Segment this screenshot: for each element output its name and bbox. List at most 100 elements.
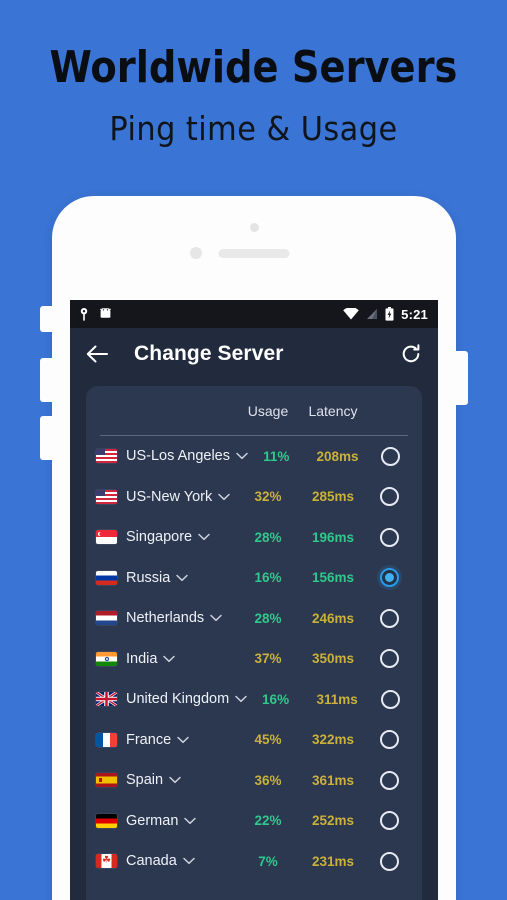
usage-value: 45% <box>254 732 282 748</box>
column-header-latency: Latency <box>308 402 358 419</box>
server-list-card: Usage Latency US-Los Angeles 11% 208ms U… <box>86 386 422 900</box>
usage-value: 22% <box>254 813 282 829</box>
usage-value: 28% <box>254 610 282 626</box>
volume-down-button[interactable] <box>40 416 53 460</box>
server-row-india[interactable]: India 37% 350ms <box>86 639 422 680</box>
server-row-canada[interactable]: ☘ Canada 7% 231ms <box>86 841 422 882</box>
server-name: Russia <box>126 569 171 586</box>
latency-value: 231ms <box>311 853 355 869</box>
us-flag <box>96 489 117 504</box>
status-bar-clock: 5:21 <box>401 306 428 322</box>
status-bar-right-icons: 5:21 <box>343 307 428 322</box>
server-name: India <box>126 650 158 667</box>
select-server-radio[interactable] <box>368 649 410 669</box>
select-server-radio[interactable] <box>368 770 410 790</box>
latency-value: 246ms <box>311 610 355 626</box>
radio-button-icon[interactable] <box>379 770 399 790</box>
select-server-radio[interactable] <box>368 730 410 750</box>
promo-title: Worldwide Servers <box>49 42 458 93</box>
refresh-icon[interactable] <box>400 343 422 365</box>
server-row-united-kingdom[interactable]: United Kingdom 16% 311ms <box>86 679 422 720</box>
front-camera-icon <box>250 223 259 232</box>
server-row-singapore[interactable]: Singapore 28% 196ms <box>86 517 422 558</box>
chevron-down-icon[interactable] <box>210 609 222 627</box>
latency-value: 208ms <box>316 448 359 464</box>
select-server-radio[interactable] <box>368 851 410 871</box>
uk-flag <box>96 692 117 707</box>
phone-mockup: 5:21 Change Server Usage Latency US-Los … <box>40 196 468 900</box>
server-row-german[interactable]: German 22% 252ms <box>86 801 422 842</box>
server-name: German <box>126 812 179 829</box>
sensor-icon <box>190 247 202 259</box>
germany-flag <box>96 813 117 828</box>
latency-value: 252ms <box>311 813 355 829</box>
select-server-radio[interactable] <box>370 689 410 709</box>
latency-value: 285ms <box>311 489 355 505</box>
radio-button-icon[interactable] <box>379 608 399 628</box>
usage-value: 37% <box>254 651 282 667</box>
radio-button-icon[interactable] <box>380 446 400 466</box>
chevron-down-icon[interactable] <box>235 690 247 708</box>
promo-header: Worldwide Servers Ping time & Usage <box>0 0 507 190</box>
select-server-radio[interactable] <box>370 446 410 466</box>
us-flag <box>96 449 117 464</box>
server-name: US-New York <box>126 488 213 505</box>
chevron-down-icon[interactable] <box>236 447 248 465</box>
server-name: Canada <box>126 853 177 870</box>
select-server-radio[interactable] <box>368 487 410 507</box>
radio-button-icon[interactable] <box>379 649 399 669</box>
select-server-radio[interactable] <box>368 568 410 588</box>
server-name: Spain <box>126 772 164 789</box>
spain-flag <box>96 773 117 788</box>
canada-flag: ☘ <box>96 854 117 869</box>
radio-button-icon[interactable] <box>379 568 399 588</box>
usage-value: 16% <box>262 691 290 707</box>
server-row-us-los-angeles[interactable]: US-Los Angeles 11% 208ms <box>86 436 422 477</box>
battery-charging-icon <box>385 307 394 321</box>
server-row-russia[interactable]: Russia 16% 156ms <box>86 558 422 599</box>
latency-value: 196ms <box>311 529 355 545</box>
android-icon <box>99 308 112 320</box>
status-bar-left-icons <box>80 307 112 321</box>
server-row-us-new-york[interactable]: US-New York 32% 285ms <box>86 477 422 518</box>
power-button[interactable] <box>455 351 468 405</box>
france-flag <box>96 732 117 747</box>
chevron-down-icon[interactable] <box>177 731 189 749</box>
radio-button-icon[interactable] <box>379 487 399 507</box>
server-row-france[interactable]: France 45% 322ms <box>86 720 422 761</box>
latency-value: 350ms <box>311 651 355 667</box>
radio-button-icon[interactable] <box>380 689 400 709</box>
radio-button-icon[interactable] <box>379 811 399 831</box>
server-row-netherlands[interactable]: Netherlands 28% 246ms <box>86 598 422 639</box>
usage-value: 16% <box>254 570 282 586</box>
chevron-down-icon[interactable] <box>183 852 195 870</box>
netherlands-flag <box>96 611 117 626</box>
chevron-down-icon[interactable] <box>169 771 181 789</box>
usage-value: 11% <box>263 448 290 464</box>
select-server-radio[interactable] <box>368 527 410 547</box>
chevron-down-icon[interactable] <box>184 812 197 830</box>
chevron-down-icon[interactable] <box>163 650 176 668</box>
server-name: US-Los Angeles <box>126 448 230 465</box>
server-row-spain[interactable]: Spain 36% 361ms <box>86 760 422 801</box>
silent-switch-button[interactable] <box>40 306 53 332</box>
russia-flag <box>96 570 117 585</box>
chevron-down-icon[interactable] <box>218 488 230 506</box>
promo-subtitle: Ping time & Usage <box>109 109 398 148</box>
select-server-radio[interactable] <box>368 811 410 831</box>
radio-button-icon[interactable] <box>379 851 399 871</box>
select-server-radio[interactable] <box>368 608 410 628</box>
back-arrow-icon[interactable] <box>86 345 108 363</box>
location-icon <box>80 307 88 321</box>
usage-value: 28% <box>254 529 282 545</box>
signal-icon <box>366 308 378 320</box>
radio-button-icon[interactable] <box>379 527 399 547</box>
radio-button-icon[interactable] <box>379 730 399 750</box>
latency-value: 311ms <box>316 691 358 707</box>
chevron-down-icon[interactable] <box>198 528 210 546</box>
volume-up-button[interactable] <box>40 358 53 402</box>
latency-value: 361ms <box>311 772 355 788</box>
phone-screen: 5:21 Change Server Usage Latency US-Los … <box>70 300 438 900</box>
chevron-down-icon[interactable] <box>176 569 189 587</box>
server-name: Singapore <box>126 529 193 546</box>
